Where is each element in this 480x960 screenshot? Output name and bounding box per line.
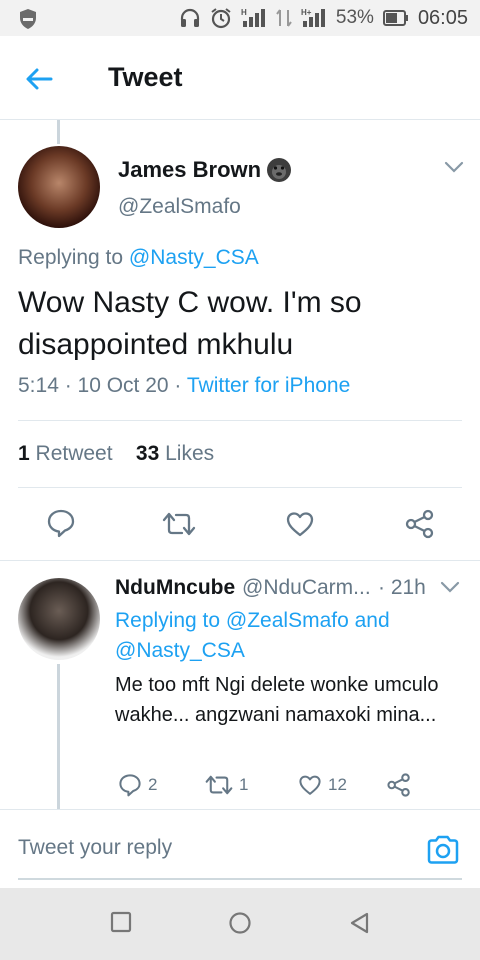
tweet-timestamp: 5:14 · 10 Oct 20 · [18,374,187,397]
retweet-count: 1 [239,775,249,794]
like-count: 12 [328,775,347,794]
replying-to-prefix: Replying to [18,246,129,269]
app-header: Tweet [0,36,480,120]
likes-count: 33 [135,442,160,465]
recent-apps-icon[interactable] [110,911,132,933]
reply-input[interactable]: Tweet your reply [18,836,172,860]
author-handle[interactable]: @ZealSmafo [118,195,241,219]
retweets-label: Retweet [35,442,113,465]
reply-timestamp: · 21h [378,576,426,599]
section-divider [0,560,480,561]
thread-line [57,120,60,144]
clock: 06:05 [417,6,468,29]
reply-like-button[interactable]: 12 [298,772,347,798]
chevron-down-icon[interactable] [440,580,460,594]
input-underline [18,878,462,880]
reply-avatar[interactable] [18,578,100,660]
reply-author-handle[interactable]: @NduCarm... [242,576,371,600]
reply-author-name[interactable]: NduMncube [115,576,235,600]
reply-reply-button[interactable]: 2 [118,772,157,798]
battery-icon [382,10,408,26]
heart-icon [299,775,321,795]
tweet-meta: 5:14 · 10 Oct 20 · Twitter for iPhone [18,374,350,398]
retweet-icon[interactable] [162,510,196,538]
share-icon[interactable] [404,508,436,540]
heart-icon[interactable] [285,510,315,538]
avatar[interactable] [18,146,100,228]
headphones-icon [180,8,200,27]
data-transfer-icon [276,9,292,27]
replying-to-link[interactable]: @Nasty_CSA [129,246,259,269]
retweet-icon [205,775,233,795]
signal-icon: H [241,8,265,27]
reply-retweet-button[interactable]: 1 [205,772,248,798]
page-title: Tweet [108,62,183,92]
gorilla-emoji-icon [267,158,291,182]
likes-label: Likes [165,442,215,465]
signal-icon-2: H+ [301,8,325,27]
shield-icon [20,9,36,29]
reply-text: Me too mft Ngi delete wonke umculo wakhe… [115,674,439,726]
divider [18,487,462,488]
reply-replying-to[interactable]: Replying to @ZealSmafo and @Nasty_CSA [115,606,445,666]
tweet-text: Wow Nasty C wow. I'm so disappointed mkh… [18,286,362,361]
share-icon [387,773,410,797]
system-nav-bar [0,888,480,960]
chevron-down-icon[interactable] [444,160,464,174]
retweets-count: 1 [18,442,30,465]
arrow-left-icon [26,68,53,90]
replying-to: Replying to @Nasty_CSA [18,246,259,270]
home-icon[interactable] [228,911,252,935]
back-button[interactable] [24,64,60,94]
tweet-stats: 1 Retweet 33 Likes [18,442,214,466]
tweet-source[interactable]: Twitter for iPhone [187,374,350,397]
thread-line [57,664,60,810]
battery-percent: 53% [335,7,374,28]
reply-icon[interactable] [46,508,76,538]
reply-share-button[interactable] [386,772,412,798]
author-name[interactable]: James Brown [118,157,261,183]
section-divider [0,809,480,810]
reply-count: 2 [148,775,158,794]
back-triangle-icon[interactable] [348,911,370,935]
alarm-icon [211,8,231,29]
retweets-stat[interactable]: 1 Retweet [18,442,113,465]
camera-icon[interactable] [426,834,460,866]
likes-stat[interactable]: 33 Likes [136,442,214,465]
svg-text:H: H [241,8,247,17]
svg-text:H+: H+ [301,8,312,17]
reply-icon [119,774,141,797]
status-bar: H H+ 53% 06:05 [0,0,480,36]
divider [18,420,462,421]
